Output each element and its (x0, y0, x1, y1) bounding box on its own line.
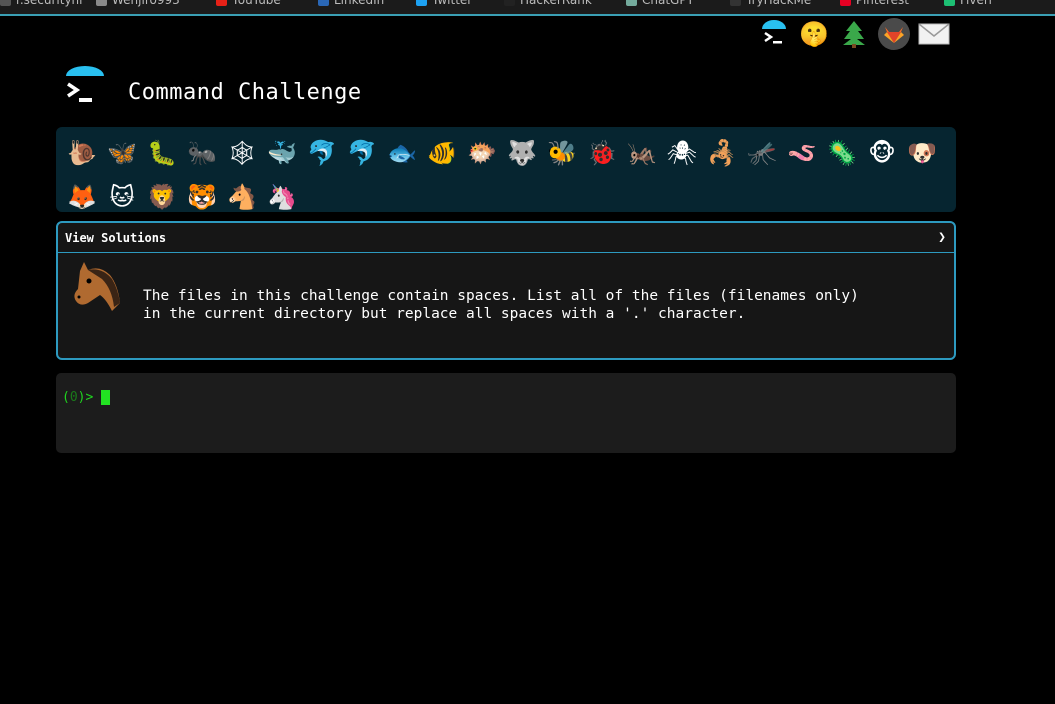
challenge-icon[interactable]: 🕸 (222, 131, 262, 175)
challenge-icon[interactable]: 🦟 (742, 131, 782, 175)
bookmark-favicon-icon (504, 0, 515, 6)
prompt-open: ( (62, 390, 70, 405)
challenge-icon[interactable]: 🐞 (582, 131, 622, 175)
terminal-prompt[interactable]: (0)> (62, 390, 111, 405)
bookmark-favicon-icon (730, 0, 741, 6)
view-solutions-label: View Solutions (65, 230, 167, 245)
challenge-description: The files in this challenge contain spac… (143, 288, 859, 322)
challenge-grid: 🐌 🦋 🐛 🐜 🕸 🐳 🐬 🐬 🐟 🐠 🐡 🐺 🐝 🐞 🦗 🕷 🦂 🦟 🪱 🦠 🐵 🐶 🦊 🐱 🦁 🐯 🐴 🦄 (62, 131, 952, 219)
challenge-icon[interactable]: 🐡 (462, 131, 502, 175)
challenge-icon[interactable]: 🐯 (182, 175, 222, 219)
challenge-icon[interactable]: 🦂 (702, 131, 742, 175)
challenge-icon[interactable]: 🐜 (182, 131, 222, 175)
bookmark-label: r.securityhi (16, 0, 83, 7)
bookmark-favicon-icon (944, 0, 955, 6)
bookmark-item[interactable]: r.securityhi (0, 0, 83, 7)
challenge-icon[interactable]: 🐴 (222, 175, 262, 219)
bookmark-item[interactable]: Twitter (416, 0, 472, 7)
bookmark-item[interactable]: YouTube (216, 0, 281, 7)
challenge-icon[interactable]: 🐳 (262, 131, 302, 175)
mail-icon[interactable] (918, 18, 950, 50)
bookmark-favicon-icon (840, 0, 851, 6)
view-solutions-toggle[interactable]: View Solutions ❯ (58, 223, 954, 253)
bookmark-label: LinkedIn (334, 0, 385, 7)
bookmark-item[interactable]: Fiverr (944, 0, 994, 7)
command-challenge-logo-icon[interactable] (62, 66, 108, 110)
challenge-panel: View Solutions ❯ The files in this chall… (56, 221, 956, 360)
challenge-icon[interactable]: 🐶 (902, 131, 942, 175)
challenge-list: 🐌 🦋 🐛 🐜 🕸 🐳 🐬 🐬 🐟 🐠 🐡 🐺 🐝 🐞 🦗 🕷 🦂 🦟 🪱 🦠 🐵 🐶 🦊 🐱 🦁 🐯 🐴 🦄 (56, 127, 956, 212)
bookmark-item[interactable]: ChatGPT (626, 0, 694, 7)
bookmark-item[interactable]: LinkedIn (318, 0, 384, 7)
bookmark-item[interactable]: Wenjiro993 (96, 0, 180, 7)
challenge-icon[interactable]: 🦋 (102, 131, 142, 175)
bookmark-label: HackerRank (520, 0, 592, 7)
challenge-icon[interactable]: 🐌 (62, 131, 102, 175)
bookmark-label: TryHackMe (746, 0, 812, 7)
challenge-icon[interactable]: 🦁 (142, 175, 182, 219)
chevron-right-icon: ❯ (938, 230, 946, 245)
challenge-icon[interactable]: 🐠 (422, 131, 462, 175)
challenge-body: The files in this challenge contain spac… (58, 253, 954, 357)
challenge-icon[interactable]: 🐬 (342, 131, 382, 175)
challenge-icon[interactable]: 🕷 (662, 131, 702, 175)
bookmark-favicon-icon (96, 0, 107, 6)
bookmark-favicon-icon (318, 0, 329, 6)
challenge-icon[interactable]: 🦗 (622, 131, 662, 175)
exit-code: 0 (69, 390, 78, 405)
bookmark-label: ChatGPT (642, 0, 694, 7)
bookmark-item[interactable]: HackerRank (504, 0, 592, 7)
bookmark-item[interactable]: Pinterest (840, 0, 909, 7)
gitlab-icon[interactable] (878, 18, 910, 50)
terminal-cursor[interactable] (101, 390, 111, 405)
tree-icon[interactable] (838, 18, 870, 50)
terminal-logo-icon[interactable] (758, 18, 790, 50)
challenge-icon[interactable]: 🐵 (862, 131, 902, 175)
bookmark-label: Fiverr (960, 0, 994, 7)
bookmark-label: Twitter (432, 0, 473, 7)
bookmark-label: Wenjiro993 (112, 0, 180, 7)
bookmark-favicon-icon (216, 0, 227, 6)
bookmark-favicon-icon (416, 0, 427, 6)
shushing-face-icon[interactable]: 🤫 (798, 18, 830, 50)
challenge-icon[interactable]: 🦠 (822, 131, 862, 175)
top-icon-bar: 🤫 (758, 18, 950, 50)
bookmark-favicon-icon (0, 0, 11, 6)
challenge-icon[interactable]: 🪱 (782, 131, 822, 175)
prompt-close: )> (77, 390, 94, 405)
bookmark-favicon-icon (626, 0, 637, 6)
challenge-icon[interactable]: 🐛 (142, 131, 182, 175)
bookmark-label: YouTube (232, 0, 281, 7)
bookmark-label: Pinterest (856, 0, 910, 7)
challenge-icon[interactable]: 🐺 (502, 131, 542, 175)
page-title: Command Challenge (128, 80, 362, 105)
horse-icon (66, 259, 126, 319)
challenge-icon[interactable]: 🐱 (102, 175, 142, 219)
challenge-icon[interactable]: 🦄 (262, 175, 302, 219)
bookmarks-bar: r.securityhi Wenjiro993 YouTube LinkedIn Twi… (0, 0, 1055, 16)
challenge-icon[interactable]: 🐬 (302, 131, 342, 175)
bookmark-item[interactable]: TryHackMe (730, 0, 811, 7)
challenge-icon[interactable]: 🐝 (542, 131, 582, 175)
terminal[interactable]: (0)> (56, 373, 956, 453)
challenge-icon[interactable]: 🦊 (62, 175, 102, 219)
challenge-icon[interactable]: 🐟 (382, 131, 422, 175)
